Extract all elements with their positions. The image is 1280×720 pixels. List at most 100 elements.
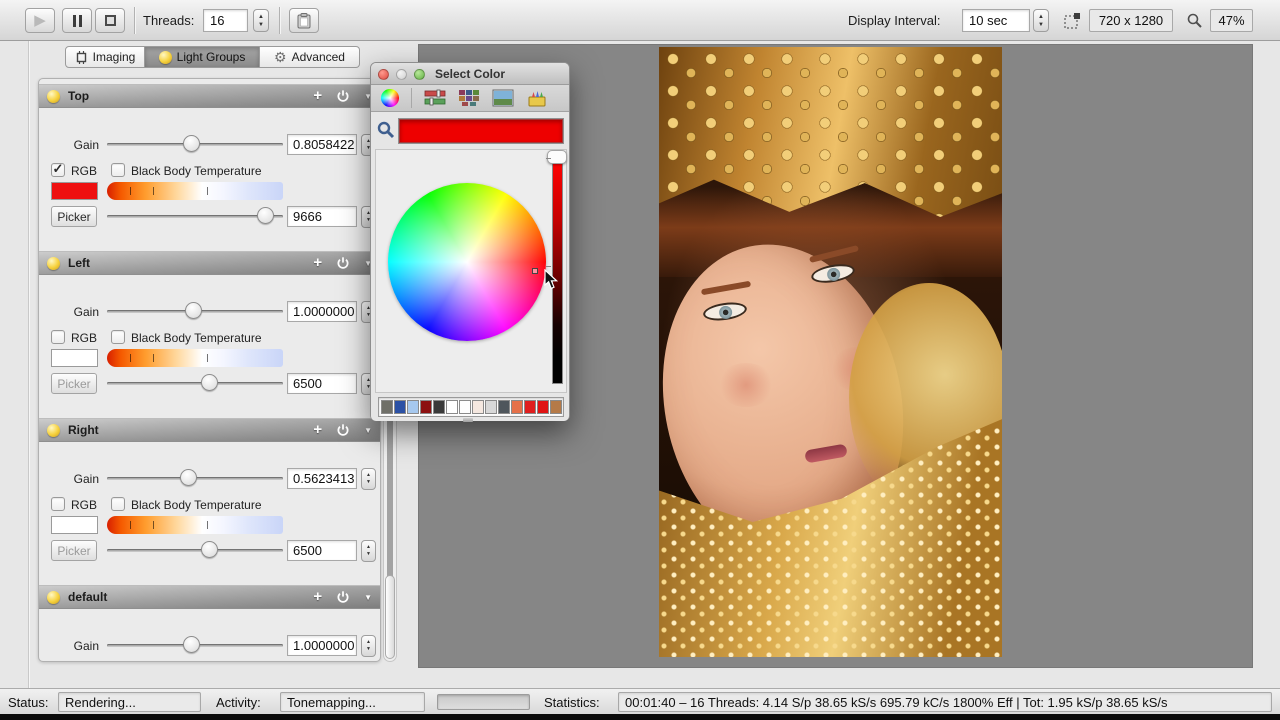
pause-button[interactable] xyxy=(62,8,92,33)
picker-slider[interactable] xyxy=(107,540,283,560)
gain-slider[interactable] xyxy=(107,301,283,321)
slider-thumb[interactable] xyxy=(201,374,218,391)
swatch[interactable] xyxy=(537,400,549,414)
slider-thumb[interactable] xyxy=(201,541,218,558)
zoom-icon[interactable] xyxy=(1186,12,1203,29)
rgb-checkbox[interactable] xyxy=(51,330,65,344)
swatch[interactable] xyxy=(446,400,458,414)
rgb-checkbox[interactable]: ✓ xyxy=(51,163,65,177)
gain-slider[interactable] xyxy=(107,134,283,154)
bbt-checkbox[interactable] xyxy=(111,330,125,344)
tab-imaging[interactable]: Imaging xyxy=(65,46,145,68)
picker-value-field[interactable]: 6500 xyxy=(287,373,357,394)
tab-advanced[interactable]: ⚙ Advanced xyxy=(260,46,360,68)
stop-button[interactable] xyxy=(95,8,125,33)
crayons-mode-icon[interactable] xyxy=(526,89,548,107)
color-swatch-well[interactable] xyxy=(51,516,98,534)
picker-button[interactable]: Picker xyxy=(51,206,97,227)
bbt-label: Black Body Temperature xyxy=(131,331,262,345)
power-icon[interactable] xyxy=(336,423,350,437)
swatch-strip[interactable] xyxy=(378,397,564,417)
tab-light-groups[interactable]: Light Groups xyxy=(145,46,260,68)
picker-button[interactable]: Picker xyxy=(51,373,97,394)
gain-value-field[interactable]: 1.0000000 xyxy=(287,301,357,322)
color-swatch-well[interactable] xyxy=(51,182,98,200)
add-icon[interactable]: + xyxy=(313,590,322,604)
picker-value-field[interactable]: 6500 xyxy=(287,540,357,561)
swatch[interactable] xyxy=(420,400,432,414)
slider-thumb[interactable] xyxy=(257,207,274,224)
add-icon[interactable]: + xyxy=(313,89,322,103)
gain-value-field[interactable]: 0.8058422 xyxy=(287,134,357,155)
bbt-checkbox[interactable] xyxy=(111,163,125,177)
gain-slider[interactable] xyxy=(107,468,283,488)
swatch[interactable] xyxy=(394,400,406,414)
swatch[interactable] xyxy=(472,400,484,414)
color-swatch-well[interactable] xyxy=(51,349,98,367)
panel-splitter[interactable] xyxy=(28,41,29,688)
threads-input[interactable]: 16 xyxy=(203,9,248,32)
slider-thumb[interactable] xyxy=(185,302,202,319)
picker-slider[interactable] xyxy=(107,373,283,393)
play-button[interactable]: ▶ xyxy=(25,8,55,33)
gain-slider[interactable] xyxy=(107,635,283,655)
swatch[interactable] xyxy=(550,400,562,414)
power-icon[interactable] xyxy=(336,89,350,103)
chevron-down-icon[interactable]: ▼ xyxy=(364,593,372,602)
gain-value-field[interactable]: 1.0000000 xyxy=(287,635,357,656)
picker-button[interactable]: Picker xyxy=(51,540,97,561)
swatch[interactable] xyxy=(498,400,510,414)
slider-thumb[interactable] xyxy=(183,135,200,152)
power-icon[interactable] xyxy=(336,256,350,270)
color-wheel[interactable] xyxy=(388,183,546,341)
display-interval-input[interactable]: 10 sec xyxy=(962,9,1030,32)
swatch[interactable] xyxy=(511,400,523,414)
palettes-mode-icon[interactable] xyxy=(458,89,480,107)
minimize-button[interactable] xyxy=(396,69,407,80)
gain-stepper[interactable]: ▲▼ xyxy=(361,635,376,657)
swatch[interactable] xyxy=(485,400,497,414)
section-header[interactable]: Top + ▼ xyxy=(39,84,380,108)
add-icon[interactable]: + xyxy=(313,256,322,270)
swatch-drawer-grip[interactable] xyxy=(463,418,473,422)
resolution-icon[interactable] xyxy=(1063,12,1081,30)
status-bar: Status: Rendering... Activity: Tonemappi… xyxy=(0,688,1280,714)
copy-button[interactable] xyxy=(289,8,319,33)
slider-thumb[interactable] xyxy=(180,469,197,486)
swatch[interactable] xyxy=(381,400,393,414)
section-header[interactable]: Right + ▼ xyxy=(39,418,380,442)
magnifier-icon[interactable] xyxy=(376,120,396,140)
rgb-checkbox[interactable] xyxy=(51,497,65,511)
zoom-button[interactable] xyxy=(414,69,425,80)
close-button[interactable] xyxy=(378,69,389,80)
gain-value-field[interactable]: 0.5623413 xyxy=(287,468,357,489)
light-groups-panel: Top + ▼ Gain 0.8058422 ▲▼ ✓ RGB Black Bo… xyxy=(38,78,381,662)
add-icon[interactable]: + xyxy=(313,423,322,437)
picker-slider[interactable] xyxy=(107,206,283,226)
power-icon[interactable] xyxy=(336,590,350,604)
color-wheel-mode-icon[interactable] xyxy=(381,89,399,107)
scrollbar-thumb[interactable] xyxy=(385,575,395,659)
light-bulb-icon xyxy=(47,257,60,270)
swatch[interactable] xyxy=(433,400,445,414)
status-field: Rendering... xyxy=(58,692,201,712)
swatch[interactable] xyxy=(459,400,471,414)
slider-thumb[interactable] xyxy=(183,636,200,653)
section-header[interactable]: default + ▼ xyxy=(39,585,380,609)
display-interval-stepper[interactable]: ▲ ▼ xyxy=(1033,9,1049,32)
section-header[interactable]: Left + ▼ xyxy=(39,251,380,275)
swatch[interactable] xyxy=(407,400,419,414)
threads-stepper[interactable]: ▲ ▼ xyxy=(253,9,269,32)
sliders-mode-icon[interactable] xyxy=(424,89,446,107)
image-palettes-mode-icon[interactable] xyxy=(492,89,514,107)
bbt-checkbox[interactable] xyxy=(111,497,125,511)
color-wheel-marker[interactable] xyxy=(532,268,538,274)
picker-stepper[interactable]: ▲▼ xyxy=(361,540,376,562)
chevron-down-icon[interactable]: ▼ xyxy=(364,426,372,435)
play-icon: ▶ xyxy=(34,11,46,29)
picker-value-field[interactable]: 9666 xyxy=(287,206,357,227)
brightness-slider-thumb[interactable] xyxy=(547,150,567,164)
gain-stepper[interactable]: ▲▼ xyxy=(361,468,376,490)
swatch[interactable] xyxy=(524,400,536,414)
current-color-well[interactable] xyxy=(399,119,563,143)
